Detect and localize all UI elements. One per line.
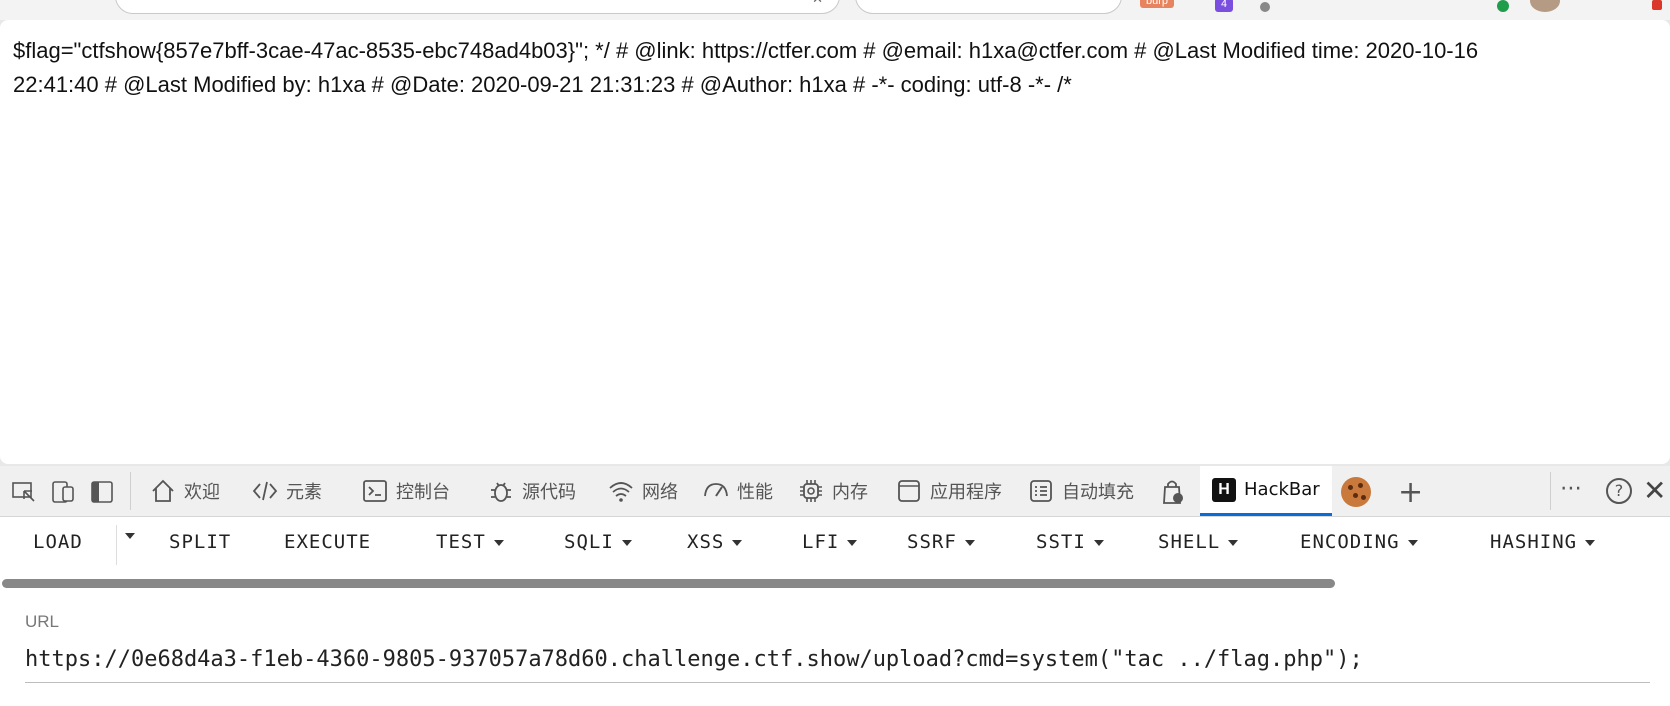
button-label: SSRF — [907, 531, 957, 553]
button-label: TEST — [436, 531, 486, 553]
ssti-menu[interactable]: SSTI — [1036, 531, 1104, 553]
test-menu[interactable]: TEST — [436, 531, 504, 553]
device-emulation-icon[interactable] — [51, 481, 75, 503]
caret-down-icon — [1585, 540, 1596, 546]
button-label: LFI — [802, 531, 840, 553]
tab-label: 控制台 — [396, 482, 450, 503]
load-dropdown-toggle[interactable] — [125, 531, 135, 539]
tab-elements[interactable]: 元素 — [252, 466, 322, 516]
page-content: $flag="ctfshow{857e7bff-3cae-47ac-8535-e… — [0, 20, 1670, 464]
more-icon[interactable]: ⋯ — [1560, 476, 1582, 501]
xss-menu[interactable]: XSS — [687, 531, 743, 553]
help-icon[interactable]: ? — [1606, 478, 1632, 504]
hackbar-logo-icon: H — [1212, 477, 1236, 502]
dock-side-icon[interactable] — [90, 481, 114, 503]
caret-down-icon — [964, 540, 975, 546]
home-icon — [152, 479, 174, 502]
app-icon — [898, 480, 920, 502]
gauge-icon — [704, 483, 728, 497]
tab-label: 内存 — [832, 482, 868, 503]
tab-label: 源代码 — [522, 482, 576, 503]
hashing-menu[interactable]: HASHING — [1490, 531, 1596, 553]
page-text: $flag="ctfshow{857e7bff-3cae-47ac-8535-e… — [13, 34, 1670, 102]
caret-down-icon — [1407, 540, 1418, 546]
wifi-icon — [609, 482, 633, 502]
address-bar[interactable]: ✕ — [115, 0, 840, 14]
tab-hackbar[interactable]: H HackBar — [1200, 466, 1332, 516]
avatar[interactable] — [1530, 0, 1560, 12]
alert-icon — [1652, 0, 1662, 10]
inspect-icon[interactable] — [12, 481, 36, 503]
button-label: EXECUTE — [284, 531, 372, 553]
caret-down-icon — [1093, 540, 1104, 546]
button-label: XSS — [687, 531, 725, 553]
load-button[interactable]: LOAD — [33, 531, 83, 553]
search-box[interactable] — [855, 0, 1122, 14]
add-tab-icon[interactable]: + — [1398, 475, 1423, 510]
tab-label: 网络 — [642, 482, 678, 503]
button-label: HASHING — [1490, 531, 1578, 553]
tab-label: HackBar — [1244, 479, 1320, 500]
bug-icon — [491, 482, 511, 502]
split-button[interactable]: SPLIT — [169, 531, 231, 553]
extension-icon[interactable] — [1260, 2, 1270, 12]
tab-autofill[interactable]: 自动填充 — [1028, 466, 1134, 516]
tab-performance[interactable]: 性能 — [703, 466, 773, 516]
button-label: SPLIT — [169, 531, 232, 553]
caret-down-icon — [125, 533, 135, 539]
browser-toolbar: ✕ burp 4 — [0, 0, 1670, 20]
close-icon[interactable]: ✕ — [812, 0, 823, 7]
extension-count-badge[interactable]: 4 — [1215, 0, 1233, 12]
caret-down-icon — [621, 540, 632, 546]
divider — [116, 525, 117, 565]
tab-application[interactable]: 应用程序 — [896, 466, 1002, 516]
sqli-menu[interactable]: SQLI — [564, 531, 632, 553]
caret-down-icon — [493, 540, 504, 546]
bag-lock-icon[interactable] — [1160, 478, 1186, 506]
shell-menu[interactable]: SHELL — [1158, 531, 1239, 553]
url-label: URL — [25, 612, 60, 631]
devtools-tab-bar: 欢迎 元素 控制台 源代码 网络 性能 内存 应用程序 自动填充 H HackB… — [0, 466, 1670, 517]
caret-down-icon — [1228, 540, 1239, 546]
hackbar-toolbar: LOAD SPLIT EXECUTE TEST SQLI XSS LFI SSR… — [0, 517, 1670, 571]
check-icon — [1497, 0, 1509, 12]
button-label: SHELL — [1158, 531, 1221, 553]
code-icon — [252, 481, 278, 501]
tab-sources[interactable]: 源代码 — [488, 466, 576, 516]
close-devtools-icon[interactable]: ✕ — [1643, 474, 1666, 507]
chip-icon — [800, 480, 822, 502]
page-text-line: 22:41:40 # @Last Modified by: h1xa # @Da… — [13, 72, 1072, 97]
burp-extension-icon[interactable]: burp — [1140, 0, 1175, 8]
tab-label: 自动填充 — [1062, 482, 1134, 503]
caret-down-icon — [847, 540, 858, 546]
lfi-menu[interactable]: LFI — [802, 531, 858, 553]
scrollbar-thumb[interactable] — [2, 579, 1335, 588]
form-icon — [1030, 480, 1052, 502]
divider — [130, 472, 131, 510]
console-icon — [363, 480, 387, 502]
button-label: SSTI — [1036, 531, 1086, 553]
tab-label: 欢迎 — [184, 482, 220, 503]
tab-label: 元素 — [286, 482, 322, 503]
button-label: SQLI — [564, 531, 614, 553]
tab-network[interactable]: 网络 — [608, 466, 678, 516]
tab-console[interactable]: 控制台 — [362, 466, 450, 516]
tab-label: 性能 — [737, 482, 773, 503]
button-label: LOAD — [33, 531, 83, 553]
tab-memory[interactable]: 内存 — [798, 466, 868, 516]
page-text-line: $flag="ctfshow{857e7bff-3cae-47ac-8535-e… — [13, 38, 1479, 63]
execute-button[interactable]: EXECUTE — [284, 531, 371, 553]
caret-down-icon — [732, 540, 743, 546]
cookie-icon[interactable] — [1341, 477, 1371, 507]
encoding-menu[interactable]: ENCODING — [1300, 531, 1418, 553]
button-label: ENCODING — [1300, 531, 1400, 553]
devtools-panel: 欢迎 元素 控制台 源代码 网络 性能 内存 应用程序 自动填充 H HackB… — [0, 466, 1670, 706]
tab-welcome[interactable]: 欢迎 — [150, 466, 220, 516]
url-input[interactable]: https://0e68d4a3-f1eb-4360-9805-937057a7… — [25, 642, 1650, 683]
tab-label: 应用程序 — [930, 482, 1002, 503]
ssrf-menu[interactable]: SSRF — [907, 531, 975, 553]
divider — [1550, 472, 1551, 510]
